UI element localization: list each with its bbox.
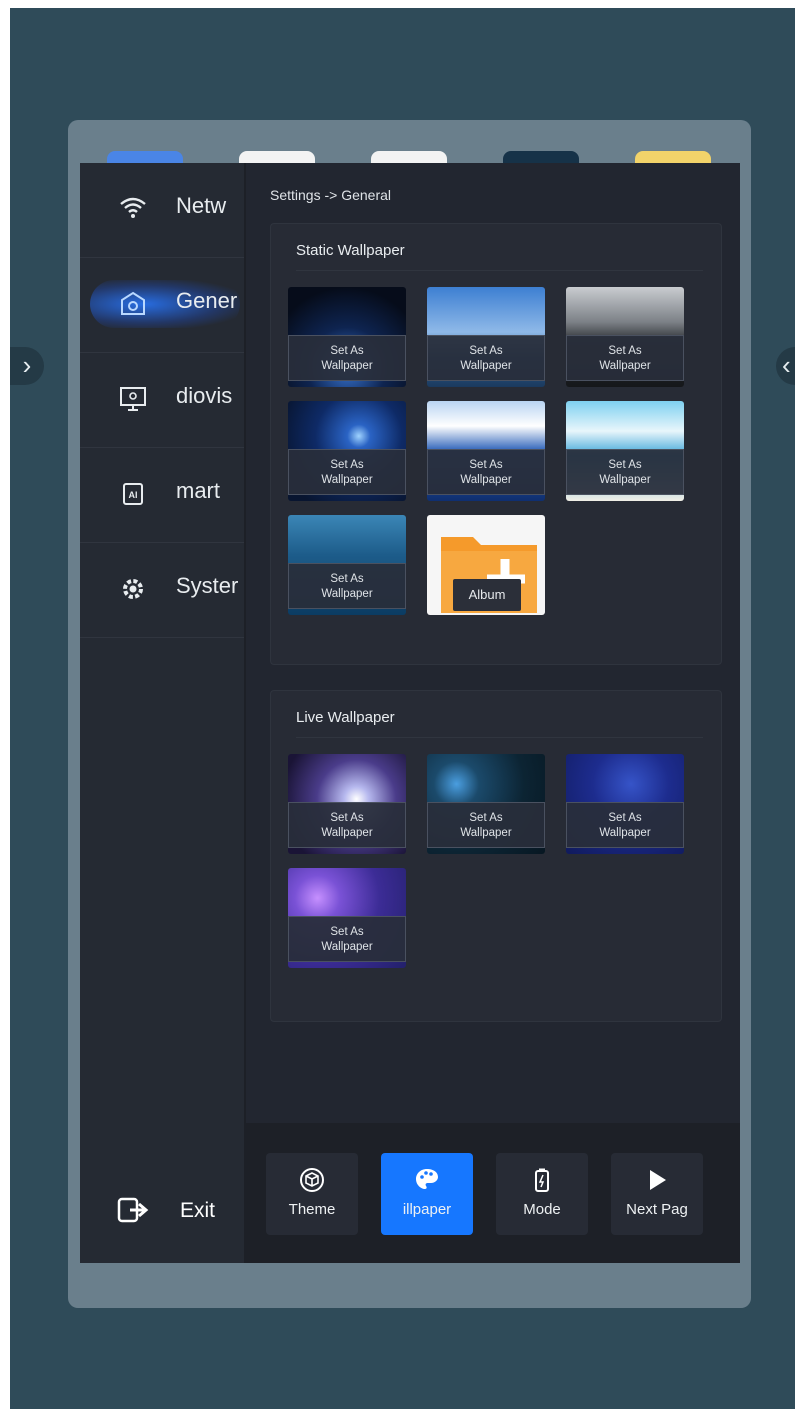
set-label-line1: Set As [608, 459, 642, 471]
sidebar-item-audiovisual[interactable]: diovis [80, 353, 244, 448]
live-wallpaper-thumb-4[interactable]: Set As Wallpaper [288, 868, 406, 968]
bottom-toolbar: Theme illpaper Mode Next Pag [246, 1123, 740, 1263]
next-page-label: Next Pag [626, 1201, 688, 1218]
set-as-wallpaper-button[interactable]: Set As Wallpaper [288, 563, 406, 609]
set-as-wallpaper-button[interactable]: Set As Wallpaper [288, 916, 406, 962]
settings-panel: Netw Gener diovis AI mart Syster Exit Se… [80, 163, 740, 1263]
set-label-line1: Set As [330, 812, 364, 824]
palette-icon [381, 1167, 473, 1197]
battery-icon [496, 1167, 588, 1197]
exit-button[interactable]: Exit [80, 1163, 244, 1263]
mode-label: Mode [523, 1201, 561, 1218]
set-label-line2: Wallpaper [460, 360, 512, 372]
set-label-line1: Set As [330, 926, 364, 938]
ai-chip-icon: AI [116, 480, 150, 510]
set-label-line2: Wallpaper [321, 474, 373, 486]
wifi-icon [116, 195, 150, 225]
main-content: Settings -> General Static Wallpaper Set… [246, 163, 740, 1123]
divider [296, 737, 703, 738]
set-label-line1: Set As [469, 812, 503, 824]
set-as-wallpaper-button[interactable]: Set As Wallpaper [566, 802, 684, 848]
set-label-line1: Set As [330, 573, 364, 585]
album-thumb[interactable]: Album [427, 515, 545, 615]
wallpaper-thumb-7[interactable]: Set As Wallpaper [288, 515, 406, 615]
live-wallpaper-section: Live Wallpaper Set As Wallpaper Set As Wal… [270, 690, 722, 1022]
set-label-line1: Set As [469, 345, 503, 357]
live-wallpaper-thumb-3[interactable]: Set As Wallpaper [566, 754, 684, 854]
set-label-line2: Wallpaper [460, 827, 512, 839]
svg-text:AI: AI [129, 490, 138, 500]
general-settings-icon [116, 290, 150, 320]
wallpaper-label: illpaper [402, 1201, 452, 1218]
set-label-line1: Set As [608, 345, 642, 357]
mode-button[interactable]: Mode [496, 1153, 588, 1235]
section-title: Live Wallpaper [296, 709, 395, 726]
sidebar-item-label: mart [176, 478, 220, 503]
sidebar-item-smart[interactable]: AI mart [80, 448, 244, 543]
set-label-line1: Set As [330, 459, 364, 471]
album-button[interactable]: Album [453, 579, 521, 611]
sidebar-item-label: Gener [176, 288, 238, 313]
wallpaper-thumb-4[interactable]: Set As Wallpaper [288, 401, 406, 501]
sidebar-item-label: Syster [176, 573, 239, 598]
set-label-line2: Wallpaper [599, 827, 651, 839]
wallpaper-thumb-5[interactable]: Set As Wallpaper [427, 401, 545, 501]
wallpaper-button[interactable]: illpaper [381, 1153, 473, 1235]
set-label-line2: Wallpaper [599, 360, 651, 372]
set-as-wallpaper-button[interactable]: Set As Wallpaper [288, 802, 406, 848]
set-as-wallpaper-button[interactable]: Set As Wallpaper [427, 802, 545, 848]
set-label-line2: Wallpaper [599, 474, 651, 486]
wallpaper-thumb-6[interactable]: Set As Wallpaper [566, 401, 684, 501]
set-label-line2: Wallpaper [460, 474, 512, 486]
sidebar: Netw Gener diovis AI mart Syster Exit [80, 163, 244, 1263]
live-wallpaper-thumb-1[interactable]: Set As Wallpaper [288, 754, 406, 854]
theme-label: Theme [288, 1201, 336, 1218]
wallpaper-thumb-3[interactable]: Set As Wallpaper [566, 287, 684, 387]
set-label-line2: Wallpaper [321, 941, 373, 953]
theme-button[interactable]: Theme [266, 1153, 358, 1235]
set-as-wallpaper-button[interactable]: Set As Wallpaper [566, 449, 684, 495]
set-as-wallpaper-button[interactable]: Set As Wallpaper [427, 449, 545, 495]
section-title: Static Wallpaper [296, 242, 405, 259]
monitor-icon [116, 385, 150, 415]
cube-icon [266, 1167, 358, 1197]
sidebar-item-system[interactable]: Syster [80, 543, 244, 638]
play-icon [611, 1167, 703, 1197]
exit-icon [116, 1195, 150, 1232]
exit-label: Exit [180, 1199, 216, 1222]
wallpaper-thumb-1[interactable]: Set As Wallpaper [288, 287, 406, 387]
set-label-line2: Wallpaper [321, 360, 373, 372]
sidebar-item-label: diovis [176, 383, 233, 408]
static-wallpaper-section: Static Wallpaper Set As Wallpaper Set As W… [270, 223, 722, 711]
wallpaper-thumb-2[interactable]: Set As Wallpaper [427, 287, 545, 387]
set-label-line1: Set As [330, 345, 364, 357]
divider [296, 270, 703, 271]
sidebar-item-network[interactable]: Netw [80, 163, 244, 258]
set-label-line1: Set As [469, 459, 503, 471]
sidebar-item-label: Netw [176, 193, 227, 218]
set-as-wallpaper-button[interactable]: Set As Wallpaper [288, 335, 406, 381]
set-as-wallpaper-button[interactable]: Set As Wallpaper [427, 335, 545, 381]
set-as-wallpaper-button[interactable]: Set As Wallpaper [288, 449, 406, 495]
system-gear-icon [116, 575, 150, 605]
sidebar-item-general[interactable]: Gener [80, 258, 244, 353]
breadcrumb: Settings -> General [270, 187, 392, 203]
set-label-line2: Wallpaper [321, 827, 373, 839]
live-wallpaper-thumb-2[interactable]: Set As Wallpaper [427, 754, 545, 854]
next-page-button[interactable]: Next Pag [611, 1153, 703, 1235]
set-as-wallpaper-button[interactable]: Set As Wallpaper [566, 335, 684, 381]
set-label-line2: Wallpaper [321, 588, 373, 600]
set-label-line1: Set As [608, 812, 642, 824]
